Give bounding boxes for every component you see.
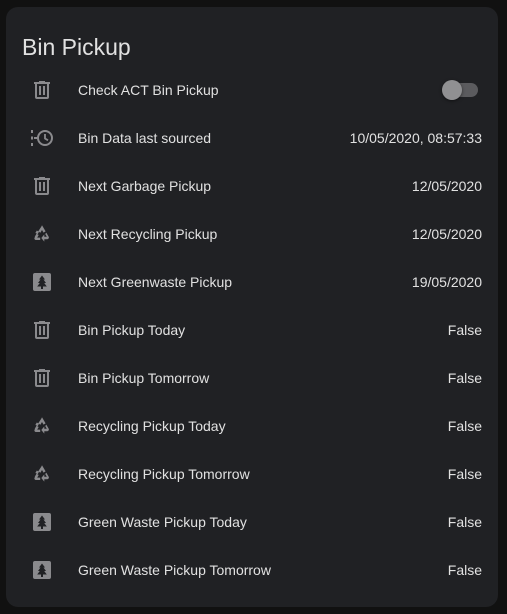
check-act-bin-pickup-toggle[interactable]: [442, 80, 478, 100]
entity-row-next-garbage-pickup[interactable]: Next Garbage Pickup 12/05/2020: [6, 162, 498, 210]
entity-value: False: [447, 370, 482, 386]
entity-row-green-waste-pickup-tomorrow[interactable]: Green Waste Pickup Tomorrow False: [6, 546, 498, 594]
entity-row-check-act-bin-pickup[interactable]: Check ACT Bin Pickup: [6, 66, 498, 114]
clock-history-icon: [30, 126, 54, 150]
entity-row-next-greenwaste-pickup[interactable]: Next Greenwaste Pickup 19/05/2020: [6, 258, 498, 306]
entity-label: Green Waste Pickup Today: [78, 514, 247, 530]
entity-label: Next Garbage Pickup: [78, 178, 212, 194]
entity-label: Green Waste Pickup Tomorrow: [78, 562, 271, 578]
entity-row-bin-pickup-today[interactable]: Bin Pickup Today False: [6, 306, 498, 354]
entity-label: Recycling Pickup Today: [78, 418, 226, 434]
entity-row-green-waste-pickup-today[interactable]: Green Waste Pickup Today False: [6, 498, 498, 546]
entity-label: Bin Pickup Today: [78, 322, 186, 338]
trash-can-icon: [30, 78, 54, 102]
entity-row-next-recycling-pickup[interactable]: Next Recycling Pickup 12/05/2020: [6, 210, 498, 258]
entity-label: Check ACT Bin Pickup: [78, 82, 219, 98]
recycle-icon: [30, 222, 54, 246]
pine-tree-box-icon: [30, 510, 54, 534]
entity-row-bin-data-last-sourced[interactable]: Bin Data last sourced 10/05/2020, 08:57:…: [6, 114, 498, 162]
entity-value: False: [447, 466, 482, 482]
entity-value: 12/05/2020: [411, 178, 482, 194]
entity-value: False: [447, 514, 482, 530]
entity-label: Recycling Pickup Tomorrow: [78, 466, 250, 482]
pine-tree-box-icon: [30, 558, 54, 582]
recycle-icon: [30, 414, 54, 438]
recycle-icon: [30, 462, 54, 486]
pine-tree-box-icon: [30, 270, 54, 294]
entity-value: False: [447, 562, 482, 578]
entity-value: 12/05/2020: [411, 226, 482, 242]
entity-row-recycling-pickup-today[interactable]: Recycling Pickup Today False: [6, 402, 498, 450]
entity-row-recycling-pickup-tomorrow[interactable]: Recycling Pickup Tomorrow False: [6, 450, 498, 498]
trash-can-icon: [30, 318, 54, 342]
entity-value: False: [447, 322, 482, 338]
entity-row-bin-pickup-tomorrow[interactable]: Bin Pickup Tomorrow False: [6, 354, 498, 402]
toggle-thumb: [442, 80, 462, 100]
entity-label: Bin Data last sourced: [78, 130, 212, 146]
card-title: Bin Pickup: [22, 34, 131, 60]
trash-can-icon: [30, 174, 54, 198]
entity-value: 10/05/2020, 08:57:33: [349, 130, 482, 146]
entity-list: Check ACT Bin Pickup Bin Data last sourc…: [6, 66, 498, 594]
entity-label: Bin Pickup Tomorrow: [78, 370, 210, 386]
bin-pickup-card: Bin Pickup Check ACT Bin Pickup Bin Data…: [6, 7, 498, 607]
entity-value: False: [447, 418, 482, 434]
entity-value: 19/05/2020: [411, 274, 482, 290]
entity-label: Next Recycling Pickup: [78, 226, 218, 242]
entity-label: Next Greenwaste Pickup: [78, 274, 233, 290]
trash-can-icon: [30, 366, 54, 390]
